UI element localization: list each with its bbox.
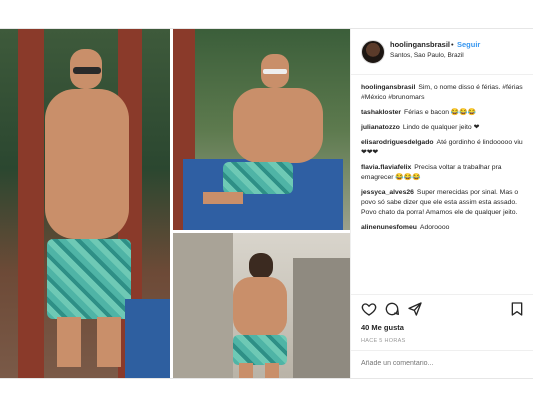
person-walking <box>223 253 293 378</box>
comment-text: Lindo de qualquer jeito ❤ <box>402 124 480 131</box>
photo-panel-top-right <box>173 29 350 230</box>
comment-item: alinenunesfomeu Adoroooo <box>361 223 528 233</box>
post-timestamp: HACE 5 HORAS <box>361 338 406 344</box>
comment-icon[interactable] <box>384 301 400 317</box>
comment-item: julianatozzo Lindo de qualquer jeito ❤ <box>361 123 528 133</box>
post-photo-collage[interactable] <box>0 29 350 378</box>
comment-username[interactable]: flavia.flaviafelix <box>361 164 411 171</box>
person-sitting <box>203 54 323 224</box>
post-sidebar: hoolingansbrasil • Seguir Santos, Sao Pa… <box>350 29 533 378</box>
add-comment-bar <box>351 350 533 380</box>
post-username[interactable]: hoolingansbrasil <box>390 40 450 49</box>
comment-username[interactable]: tashakloster <box>361 109 401 116</box>
comment-username[interactable]: jessyca_alves26 <box>361 189 414 196</box>
comment-username[interactable]: hoolingansbrasil <box>361 84 415 91</box>
comment-item: flavia.flaviafelix Precisa voltar a traba… <box>361 163 528 183</box>
separator-dot: • <box>451 40 454 49</box>
post-header: hoolingansbrasil • Seguir Santos, Sao Pa… <box>351 29 533 75</box>
bookmark-icon[interactable] <box>509 301 525 317</box>
comment-text: Adoroooo <box>419 224 450 231</box>
follow-button[interactable]: Seguir <box>457 40 480 49</box>
heart-icon[interactable] <box>361 301 377 317</box>
comment-item: tashakloster Férias e bacon 😂😂😂 <box>361 108 528 118</box>
comment-list: hoolingansbrasil Sim, o nome disso é féri… <box>361 83 528 238</box>
comment-username[interactable]: elisarodriguesdelgado <box>361 139 434 146</box>
post-actions: 40 Me gusta HACE 5 HORAS <box>351 294 533 379</box>
avatar[interactable] <box>361 40 385 64</box>
photo-panel-bottom-right <box>173 233 350 378</box>
post-location[interactable]: Santos, Sao Paulo, Brazil <box>390 52 464 59</box>
lamp-wall <box>293 258 350 378</box>
photo-panel-left <box>0 29 170 378</box>
comment-username[interactable]: alinenunesfomeu <box>361 224 417 231</box>
comment-item: jessyca_alves26 Super merecidas por sinal… <box>361 188 528 218</box>
add-comment-input[interactable] <box>361 360 521 367</box>
instagram-post: hoolingansbrasil • Seguir Santos, Sao Pa… <box>0 28 533 379</box>
comment-text: Férias e bacon 😂😂😂 <box>404 109 477 116</box>
comment-item: hoolingansbrasil Sim, o nome disso é féri… <box>361 83 528 103</box>
person-standing <box>35 49 135 369</box>
share-icon[interactable] <box>407 301 423 317</box>
comment-item: elisarodriguesdelgado Até gordinho é lind… <box>361 138 528 158</box>
comment-username[interactable]: julianatozzo <box>361 124 400 131</box>
blue-towel <box>125 299 170 378</box>
likes-count[interactable]: 40 Me gusta <box>361 323 404 332</box>
